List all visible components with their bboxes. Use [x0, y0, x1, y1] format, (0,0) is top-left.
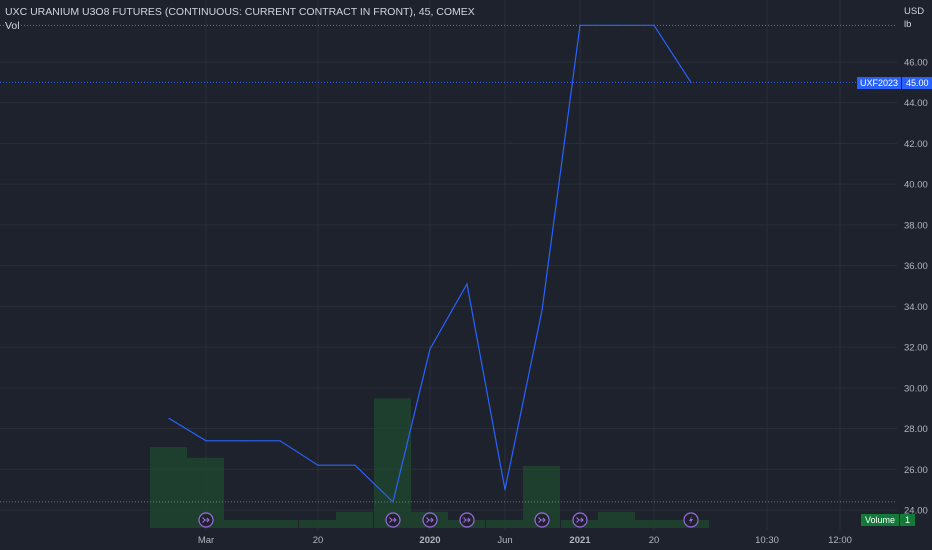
volume-bar [486, 519, 523, 528]
x-tick-label: Mar [198, 535, 214, 546]
x-tick-label: 20 [313, 535, 324, 546]
volume-indicator-label[interactable]: Vol [5, 20, 20, 32]
y-tick-label: 38.00 [904, 220, 928, 231]
last-price-tag: UXF2023 45.00 [857, 77, 932, 89]
volume-bar [150, 447, 187, 528]
volume-bar [598, 511, 635, 528]
price-scale-unit[interactable]: lb [904, 19, 911, 30]
x-tick-label: 2021 [569, 535, 591, 546]
split-event-icon[interactable] [459, 512, 475, 528]
y-tick-label: 44.00 [904, 98, 928, 109]
y-tick-label: 36.00 [904, 261, 928, 272]
price-point [466, 283, 468, 285]
x-tick-label: 12:00 [828, 535, 852, 546]
flash-event-icon[interactable] [683, 512, 699, 528]
price-point [205, 440, 207, 442]
last-price-value: 45.00 [902, 77, 932, 89]
x-tick-label: 20 [649, 535, 660, 546]
y-tick-label: 40.00 [904, 180, 928, 191]
price-point [168, 417, 170, 419]
x-tick-label: 10:30 [755, 535, 779, 546]
volume-bar [261, 519, 298, 528]
split-event-icon[interactable] [534, 512, 550, 528]
price-point [690, 81, 692, 83]
price-point [653, 24, 655, 26]
price-point [504, 489, 506, 491]
y-tick-label: 32.00 [904, 343, 928, 354]
price-scale-currency[interactable]: USD [904, 6, 924, 17]
volume-tag-label: Volume [861, 514, 900, 526]
last-price-symbol: UXF2023 [857, 77, 902, 89]
chart-title: UXC URANIUM U3O8 FUTURES (CONTINUOUS: CU… [5, 6, 475, 18]
split-event-icon[interactable] [198, 512, 214, 528]
y-tick-label: 46.00 [904, 58, 928, 69]
price-point [579, 24, 581, 26]
price-point [392, 501, 394, 503]
volume-bar [336, 511, 373, 528]
price-point [279, 440, 281, 442]
price-point [317, 464, 319, 466]
y-tick-label: 30.00 [904, 383, 928, 394]
price-point [616, 24, 618, 26]
x-tick-label: Jun [497, 535, 512, 546]
volume-bar [374, 398, 411, 528]
y-tick-label: 26.00 [904, 465, 928, 476]
volume-tag: Volume 1 [861, 514, 916, 526]
price-point [429, 348, 431, 350]
volume-bar [224, 519, 261, 528]
price-point [354, 464, 356, 466]
split-event-icon[interactable] [572, 512, 588, 528]
split-event-icon[interactable] [422, 512, 438, 528]
y-tick-label: 34.00 [904, 302, 928, 313]
price-point [242, 440, 244, 442]
y-tick-label: 28.00 [904, 424, 928, 435]
chart-container[interactable]: 24.00 26.00 28.00 30.00 32.00 34.00 36.00 38.00… [0, 0, 932, 550]
split-event-icon[interactable] [385, 512, 401, 528]
y-tick-label: 42.00 [904, 139, 928, 150]
price-point [541, 309, 543, 312]
volume-tag-value: 1 [900, 514, 916, 526]
volume-bar [635, 519, 672, 528]
volume-bar [299, 519, 336, 528]
x-tick-label: 2020 [419, 535, 440, 546]
chart-canvas[interactable]: 24.0026.0028.0030.0032.0034.0036.0038.00… [0, 0, 932, 550]
